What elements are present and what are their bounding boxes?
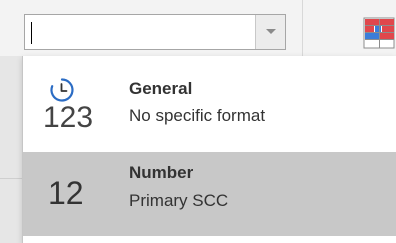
format-option-description: No specific format (129, 106, 266, 125)
format-sample: 123 (43, 101, 94, 134)
text-cursor (31, 22, 32, 44)
format-option-general[interactable]: 123 General No specific format (23, 64, 396, 148)
format-option-description: Primary SCC (129, 191, 229, 210)
format-option-icon-box: 12 (31, 152, 111, 236)
format-option-number[interactable]: 12 Number Primary SCC (23, 152, 396, 236)
number-format-dropdown: 123 General No specific format 12 Number… (22, 56, 396, 243)
gridline (0, 178, 22, 179)
format-option-icon-box: 123 (31, 64, 111, 148)
format-sample: 12 (48, 175, 84, 211)
ribbon-divider (302, 0, 303, 56)
chevron-down-icon (266, 29, 276, 34)
number-format-dropdown-button[interactable] (255, 15, 285, 49)
excel-ribbon-area: 123 General No specific format 12 Number… (0, 0, 396, 243)
format-option-title: Number (129, 163, 194, 182)
number-format-input[interactable] (29, 19, 259, 45)
conditional-formatting-icon[interactable] (362, 16, 396, 50)
number-format-combobox[interactable] (24, 14, 286, 50)
sheet-background-strip (0, 56, 22, 243)
format-option-title: General (129, 79, 193, 98)
clock-icon (50, 78, 74, 102)
